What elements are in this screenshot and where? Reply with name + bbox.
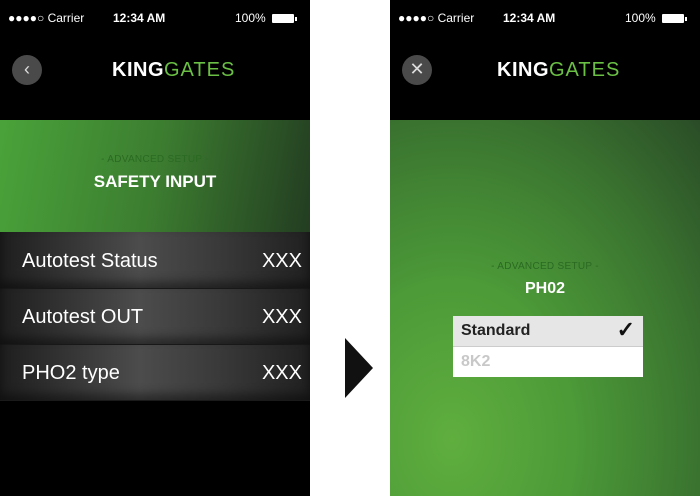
battery-icon [272, 14, 298, 24]
chevron-left-icon: ‹ [24, 59, 30, 79]
logo-gates: GATES [549, 59, 621, 81]
battery-percent: 100% [625, 11, 656, 25]
list-item-label: Autotest OUT [22, 306, 144, 328]
option-label: 8K2 [461, 353, 491, 370]
option-label: Standard [461, 322, 531, 339]
section-title: PH02 [524, 280, 566, 297]
list-item-value: XXX [261, 362, 302, 384]
logo-king: KING [112, 59, 164, 81]
section-subtitle: - ADVANCED SETUP - [491, 261, 599, 272]
logo-gates: GATES [164, 59, 236, 81]
list-item-value: XXX [261, 250, 302, 272]
close-icon: ✕ [409, 59, 425, 79]
section-header: - ADVANCED SETUP - SAFETY INPUT [0, 120, 310, 232]
status-time: 12:34 AM [503, 11, 556, 25]
kinggates-logo: KINGGATES [112, 59, 235, 82]
checkmark-icon: ✓ [616, 317, 635, 342]
close-button[interactable]: ✕ [402, 55, 432, 85]
logo-king: KING [497, 59, 549, 81]
option-panel: - ADVANCED SETUP - PH02 [390, 120, 700, 496]
transition-arrow-icon [345, 338, 373, 398]
list-item-autotest-out[interactable]: Autotest OUT XXX [0, 288, 310, 345]
carrier-label: ●●●●○ Carrier [8, 11, 85, 25]
status-bar: ●●●●○ Carrier 12:34 AM 100% [0, 0, 310, 36]
list-item-pho2-type[interactable]: PHO2 type XXX [0, 344, 310, 401]
section-title: SAFETY INPUT [93, 172, 217, 191]
option-8k2[interactable]: 8K2 [453, 346, 643, 377]
option-standard[interactable]: Standard ✓ [453, 316, 643, 346]
carrier-label: ●●●●○ Carrier [398, 11, 475, 25]
right-phone-screen: ●●●●○ Carrier 12:34 AM 100% ✕ KINGGATES … [390, 0, 700, 496]
list-item-autotest-status[interactable]: Autotest Status XXX [0, 232, 310, 289]
back-button[interactable]: ‹ [12, 55, 42, 85]
battery-indicator: 100% [625, 11, 688, 25]
kinggates-logo: KINGGATES [497, 59, 620, 82]
list-item-value: XXX [261, 306, 302, 328]
battery-icon [662, 14, 688, 24]
list-item-label: PHO2 type [22, 362, 120, 384]
option-list: Standard ✓ 8K2 [453, 316, 643, 377]
left-phone-screen: ●●●●○ Carrier 12:34 AM 100% ‹ KINGGATES … [0, 0, 310, 496]
status-bar: ●●●●○ Carrier 12:34 AM 100% [390, 0, 700, 36]
section-subtitle: - ADVANCED SETUP - [101, 154, 209, 165]
battery-percent: 100% [235, 11, 266, 25]
list-item-label: Autotest Status [22, 250, 158, 272]
status-time: 12:34 AM [113, 11, 166, 25]
settings-list: Autotest Status XXX Autotest OUT XXX PHO… [0, 232, 310, 401]
battery-indicator: 100% [235, 11, 298, 25]
